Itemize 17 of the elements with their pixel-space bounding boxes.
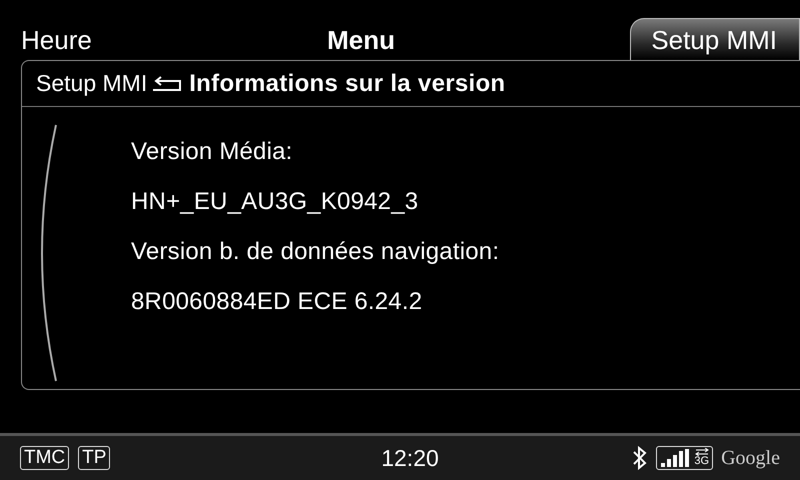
page-title: Informations sur la version	[189, 68, 506, 98]
info-text: Version Média:	[131, 137, 294, 167]
breadcrumb-parent[interactable]: Setup MMI	[36, 66, 148, 101]
tab[interactable]: Heure	[21, 18, 92, 60]
clock: 12:20	[381, 444, 439, 473]
transfer-arrows-icon	[694, 448, 709, 456]
bluetooth-icon	[632, 446, 648, 470]
signal-bars-icon	[661, 449, 692, 467]
info-text: 8R0060884ED ECE 6.24.2	[131, 287, 424, 317]
info-text: HN+_EU_AU3G_K0942_3	[131, 187, 420, 217]
status-indicator: TP	[78, 446, 110, 470]
tab[interactable]: Menu	[92, 18, 630, 60]
status-indicator: TMC	[20, 446, 70, 470]
info-text: Version b. de données navigation:	[131, 237, 500, 267]
provider-logo: Google	[721, 446, 780, 471]
tab[interactable]: Setup MMI	[630, 18, 800, 60]
network-type: 3G	[694, 456, 710, 467]
